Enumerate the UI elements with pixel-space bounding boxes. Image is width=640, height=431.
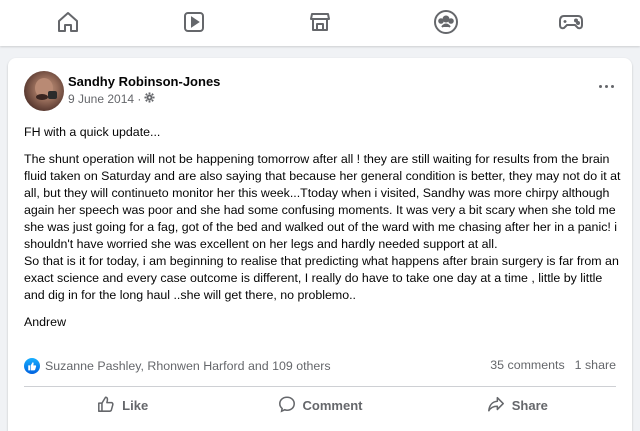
top-navigation-bar [0,0,640,46]
video-icon[interactable] [177,8,211,36]
author-name[interactable]: Sandhy Robinson-Jones [68,74,220,89]
reactions-text: Suzanne Pashley, Rhonwen Harford and 109… [45,359,331,373]
marketplace-icon[interactable] [303,8,337,36]
more-options-icon[interactable] [596,80,616,92]
share-icon [487,395,505,416]
post-paragraph: Andrew [24,315,67,329]
engagement-counts: 35 comments 1 share [490,358,616,372]
post-meta: 9 June 2014 · [68,92,155,106]
home-icon[interactable] [51,8,85,36]
comments-count[interactable]: 35 comments [490,358,564,372]
share-button[interactable]: Share [419,388,616,422]
divider [24,386,616,387]
post-card: Sandhy Robinson-Jones 9 June 2014 · FH w… [8,58,632,431]
groups-icon[interactable] [429,8,463,36]
like-label: Like [122,397,149,413]
comment-icon [278,395,296,416]
avatar[interactable] [24,71,64,111]
gaming-icon[interactable] [554,8,588,36]
post-actions: Like Comment Share [24,388,616,422]
comment-button[interactable]: Comment [221,388,418,422]
comment-label: Comment [302,397,363,413]
like-reaction-icon [24,358,40,374]
like-button[interactable]: Like [24,388,221,422]
post-paragraph: The shunt operation will not be happenin… [24,152,621,251]
post-paragraph: FH with a quick update... [24,125,161,139]
post-date[interactable]: 9 June 2014 · [68,92,141,106]
share-label: Share [511,397,548,413]
shares-count[interactable]: 1 share [575,358,616,372]
settings-gear-icon [144,92,155,106]
thumbs-up-icon [97,395,115,416]
reactions-summary[interactable]: Suzanne Pashley, Rhonwen Harford and 109… [24,358,331,374]
post-body: FH with a quick update... The shunt oper… [24,124,624,331]
post-paragraph: So that is it for today, i am beginning … [24,254,619,302]
